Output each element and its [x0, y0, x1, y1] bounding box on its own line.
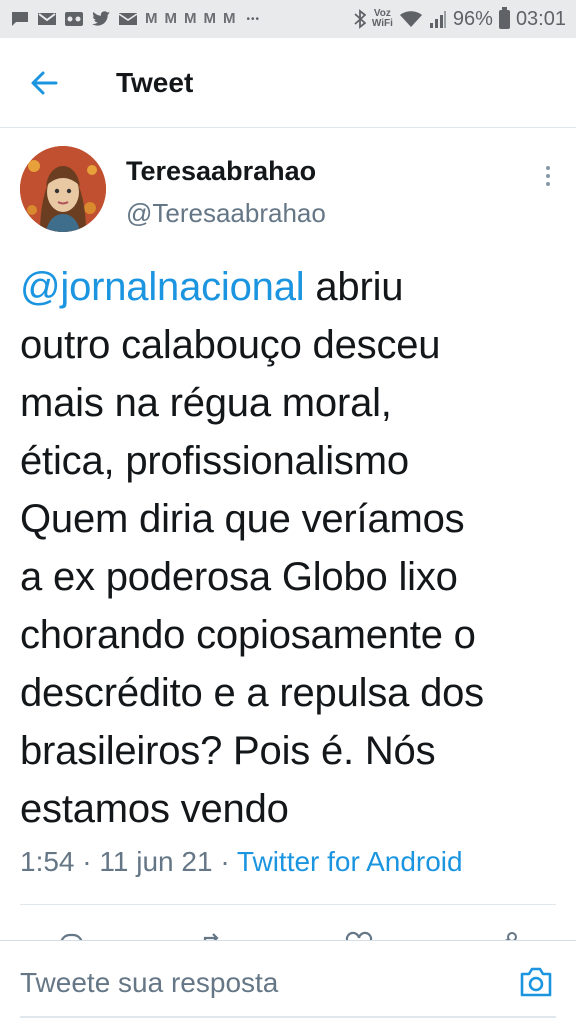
- battery-icon: [498, 6, 510, 29]
- wifi-label: WiFi: [371, 18, 393, 29]
- tweet-author: Teresaabrahao @Teresaabrahao: [20, 146, 560, 236]
- gmail-icon: M: [145, 10, 158, 27]
- tweet-line: @jornalnacional abriu: [20, 258, 565, 316]
- reply-composer: Tweete sua resposta: [0, 940, 576, 1024]
- tweet-line: mais na régua moral,: [20, 381, 392, 425]
- top-app-bar: Tweet: [0, 38, 576, 128]
- arrow-left-icon: [31, 71, 58, 94]
- wifi-icon: [399, 11, 422, 27]
- meta-separator: ·: [82, 846, 92, 877]
- chat-icon: [12, 12, 28, 26]
- tweet-source-link[interactable]: Twitter for Android: [237, 846, 463, 877]
- gmail-icon: M: [184, 10, 197, 27]
- meta-separator: ·: [220, 846, 230, 877]
- display-name[interactable]: Teresaabrahao: [126, 156, 316, 187]
- gmail-icon: M: [223, 10, 236, 27]
- bluetooth-icon: [354, 9, 366, 29]
- tweet-line: outro calabouço desceu: [20, 323, 441, 367]
- page-title: Tweet: [116, 66, 194, 98]
- tweet-line: brasileiros? Pois é. Nós: [20, 729, 436, 773]
- more-notifications-icon: •••: [246, 13, 261, 25]
- more-options-icon[interactable]: [536, 156, 560, 196]
- gmail-icon: M: [203, 10, 217, 27]
- battery-percent: 96%: [452, 7, 493, 30]
- notification-icons: M M M M M •••: [10, 11, 260, 27]
- tweet-line: ética, profissionalismo: [20, 439, 409, 483]
- tweet-line: estamos vendo: [20, 787, 289, 831]
- signal-icon: [429, 11, 446, 28]
- tweet-line: Quem diria que veríamos: [20, 497, 465, 541]
- tweet-meta: 1:54 · 11 jun 21 · Twitter for Android: [20, 846, 463, 878]
- back-button[interactable]: [24, 63, 64, 103]
- avatar[interactable]: [20, 146, 106, 232]
- tweet-time: 1:54: [20, 846, 75, 877]
- mention-link[interactable]: @jornalnacional: [20, 265, 305, 309]
- reply-underline: [20, 1016, 556, 1018]
- voz-wifi-indicator: Voz WiFi: [372, 9, 393, 29]
- divider: [20, 904, 556, 905]
- clock: 03:01: [515, 7, 566, 30]
- camera-icon[interactable]: [518, 965, 554, 999]
- tweet-text: @jornalnacional abriu outro calabouço de…: [20, 258, 565, 838]
- reply-input[interactable]: Tweete sua resposta: [20, 967, 278, 999]
- tweet-line-text: abriu: [304, 265, 404, 309]
- status-bar: M M M M M ••• Voz WiFi 96% 03:01: [0, 0, 576, 38]
- user-handle[interactable]: @Teresaabrahao: [126, 198, 326, 229]
- system-status: Voz WiFi 96% 03:01: [354, 6, 566, 31]
- twitter-icon: [92, 11, 110, 26]
- gmail-icon: [38, 13, 56, 25]
- tweet-date: 11 jun 21: [99, 846, 213, 877]
- voicemail-icon: [65, 12, 83, 26]
- mail-icon: [118, 13, 138, 25]
- tweet-line: descrédito e a repulsa dos: [20, 671, 484, 715]
- avatar-image: [20, 146, 106, 232]
- tweet-line: chorando copiosamente o: [20, 613, 476, 657]
- gmail-icon: M: [164, 10, 178, 27]
- tweet-line: a ex poderosa Globo lixo: [20, 555, 458, 599]
